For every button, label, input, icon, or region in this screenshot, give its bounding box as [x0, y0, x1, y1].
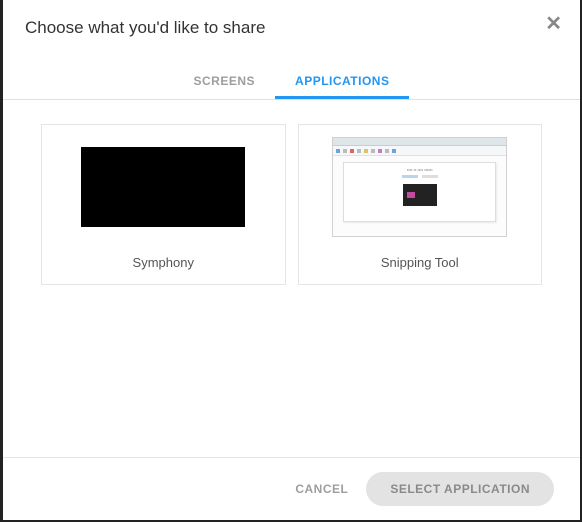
- tab-screens[interactable]: SCREENS: [174, 64, 276, 99]
- cancel-button[interactable]: CANCEL: [295, 482, 348, 496]
- dialog-header: Choose what you'd like to share ✕: [3, 0, 580, 48]
- app-thumbnail: •••• •• •••• ••••••: [311, 137, 530, 237]
- share-dialog: Choose what you'd like to share ✕ SCREEN…: [3, 0, 580, 520]
- app-label: Symphony: [133, 255, 194, 270]
- select-application-button[interactable]: SELECT APPLICATION: [366, 472, 554, 506]
- thumbnail-image: [81, 147, 245, 227]
- app-card-symphony[interactable]: Symphony: [41, 124, 286, 285]
- tab-applications[interactable]: APPLICATIONS: [275, 64, 409, 99]
- thumbnail-image: •••• •• •••• ••••••: [332, 137, 507, 237]
- app-thumbnail: [54, 137, 273, 237]
- app-grid: Symphony •••• •• •••• ••••••: [41, 124, 542, 285]
- app-label: Snipping Tool: [381, 255, 459, 270]
- dialog-body[interactable]: Symphony •••• •• •••• ••••••: [3, 100, 580, 458]
- app-card-snipping-tool[interactable]: •••• •• •••• •••••• Snipping Tool: [298, 124, 543, 285]
- dialog-footer: CANCEL SELECT APPLICATION: [3, 458, 580, 520]
- dialog-title: Choose what you'd like to share: [25, 18, 558, 38]
- tab-bar: SCREENS APPLICATIONS: [3, 64, 580, 100]
- close-icon[interactable]: ✕: [545, 14, 562, 34]
